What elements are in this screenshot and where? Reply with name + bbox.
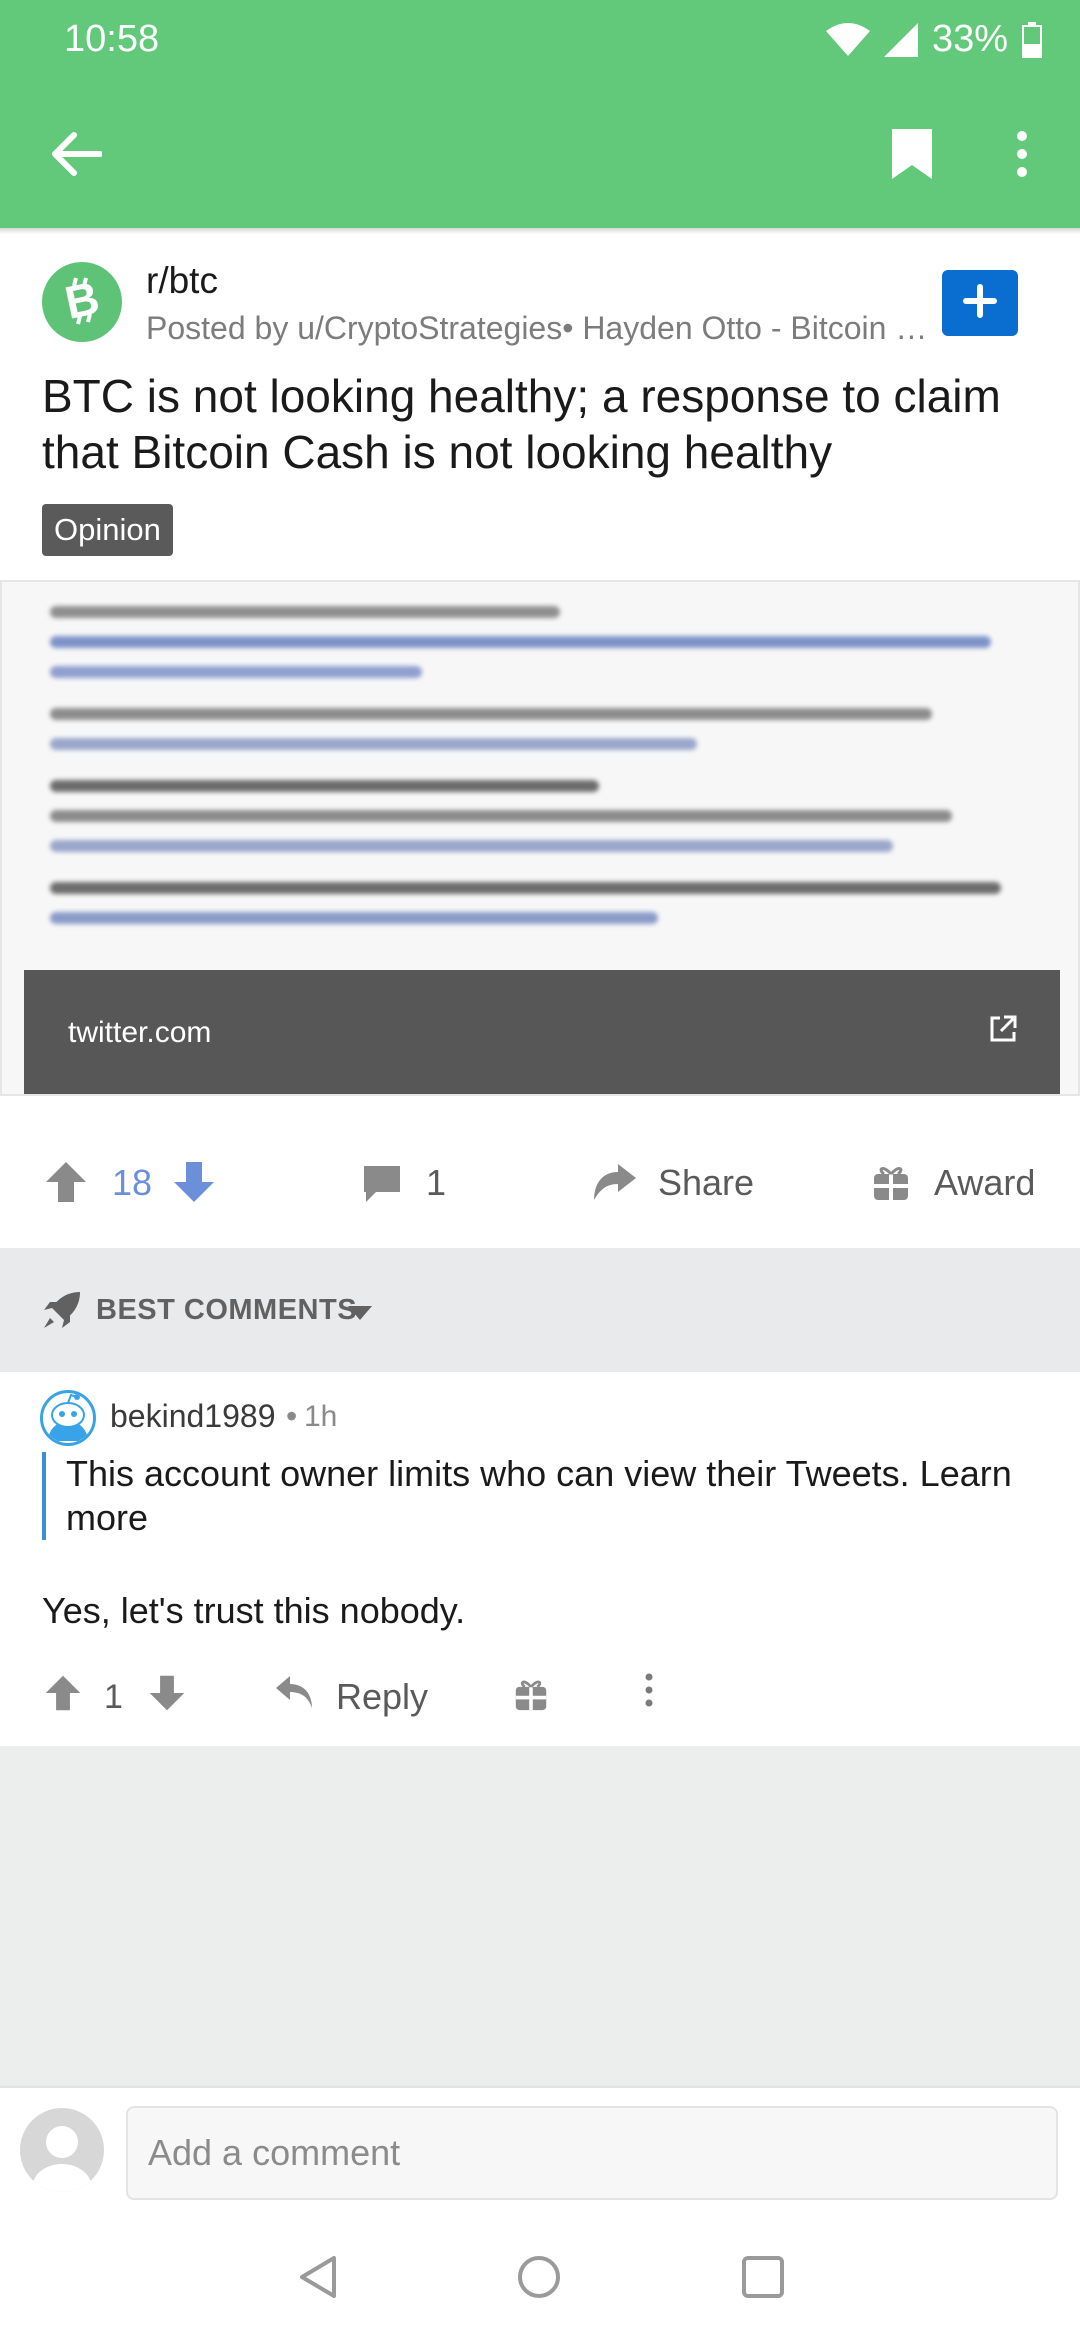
wifi-icon (825, 22, 870, 57)
comment-quote: This account owner limits who can view t… (42, 1452, 1042, 1540)
comment-body: Yes, let's trust this nobody. (42, 1590, 466, 1631)
status-time: 10:58 (64, 18, 160, 60)
link-domain: twitter.com (68, 1016, 212, 1049)
nav-home-icon (514, 2256, 564, 2306)
comments-button[interactable] (362, 1164, 402, 1209)
nav-back-icon (294, 2256, 344, 2306)
battery-icon (1022, 21, 1042, 58)
award-label[interactable]: Award (934, 1162, 1035, 1204)
reply-icon (274, 1676, 314, 1714)
external-link-icon (988, 1014, 1018, 1049)
award-button[interactable] (872, 1162, 910, 1207)
save-post-button[interactable] (876, 120, 948, 192)
downvote-button[interactable] (172, 1160, 216, 1209)
rocket-icon (42, 1290, 82, 1335)
reply-label[interactable]: Reply (336, 1676, 428, 1718)
app-bar (0, 84, 1080, 228)
share-icon (592, 1164, 638, 1206)
back-arrow-icon (50, 131, 103, 181)
nav-home-button[interactable] (514, 2252, 564, 2307)
award-icon (514, 1680, 548, 1716)
preview-image (50, 606, 1030, 942)
add-comment-input[interactable] (126, 2106, 1058, 2200)
app-bar-shadow (0, 228, 1080, 234)
sort-label[interactable]: BEST COMMENTS (96, 1294, 357, 1327)
more-options-button[interactable] (986, 120, 1058, 192)
comment-more-button[interactable] (644, 1672, 654, 1713)
comment-score: 1 (104, 1678, 123, 1716)
post-flair[interactable]: Opinion (42, 504, 173, 556)
caret-down-icon (348, 1306, 372, 1325)
downvote-icon (172, 1162, 216, 1208)
nav-back-button[interactable] (294, 2252, 344, 2307)
svg-text:B: B (60, 272, 103, 328)
more-vertical-icon (644, 1673, 654, 1712)
upvote-icon (44, 1162, 88, 1208)
upvote-button[interactable] (44, 1160, 88, 1209)
nav-recents-icon (740, 2256, 786, 2304)
comment-downvote-button[interactable] (148, 1674, 186, 1717)
back-button[interactable] (40, 120, 112, 192)
award-icon (872, 1167, 910, 1206)
user-avatar[interactable] (20, 2108, 104, 2192)
comment-award-button[interactable] (514, 1676, 548, 1717)
post-title: BTC is not looking healthy; a response t… (42, 370, 1001, 478)
reply-button[interactable] (274, 1674, 314, 1715)
downvote-icon (148, 1675, 186, 1716)
subreddit-name[interactable]: r/btc (146, 260, 218, 302)
comment-upvote-button[interactable] (44, 1674, 82, 1717)
meta-separator: • (286, 1398, 298, 1434)
user-silhouette-icon (32, 2126, 92, 2192)
comment-sort-bar[interactable]: BEST COMMENTS (0, 1248, 1080, 1372)
bitcoin-cash-icon: B (54, 271, 110, 333)
status-icons: 33% (825, 18, 1042, 61)
status-bar: 10:58 33% (0, 0, 1080, 84)
bookmark-icon (890, 127, 934, 186)
plus-icon (963, 283, 997, 323)
comment-count[interactable]: 1 (426, 1162, 446, 1204)
comment-username[interactable]: bekind1989 (110, 1398, 275, 1435)
snoo-avatar-icon (43, 1393, 93, 1443)
post-action-bar: 18 1 Share Award (0, 1118, 1080, 1248)
link-preview[interactable]: twitter.com (0, 580, 1080, 1096)
comment-age: 1h (304, 1400, 338, 1433)
comment-item: bekind1989 • 1h This account owner limit… (0, 1372, 1080, 1746)
system-nav-bar (0, 2216, 1080, 2340)
comment-composer (0, 2086, 1080, 2216)
share-button[interactable] (592, 1162, 638, 1207)
post-score: 18 (112, 1162, 153, 1203)
commenter-avatar[interactable] (40, 1390, 96, 1446)
post-author-line[interactable]: Posted by u/CryptoStrategies• Hayden Ott… (146, 310, 936, 347)
empty-comments-area (0, 1746, 1080, 2086)
upvote-icon (44, 1675, 82, 1716)
battery-percent: 33% (931, 18, 1008, 60)
preview-caption-bar: twitter.com (24, 970, 1060, 1094)
join-subreddit-button[interactable] (942, 270, 1018, 336)
share-label[interactable]: Share (658, 1162, 754, 1204)
subreddit-avatar[interactable]: B (42, 262, 122, 342)
cell-signal-icon (883, 22, 918, 57)
comment-icon (362, 1166, 402, 1208)
more-vertical-icon (1015, 130, 1029, 183)
nav-recents-button[interactable] (740, 2254, 786, 2305)
